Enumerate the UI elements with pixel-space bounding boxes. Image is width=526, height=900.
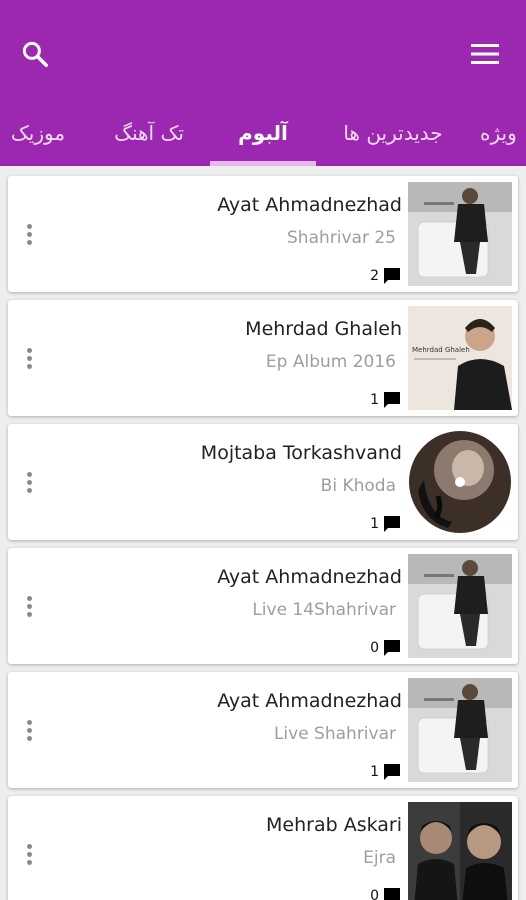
album-title: Ejra	[363, 848, 396, 868]
app-bar: موزیک تک آهنگ آلبوم جدیدترین ها ویژه	[0, 0, 526, 166]
comment-icon	[384, 516, 400, 532]
album-card[interactable]: Mehrab Askari Ejra 0	[8, 796, 518, 900]
menu-button[interactable]	[461, 30, 509, 78]
album-card[interactable]: Mehrdad Ghaleh Ep Album 2016 1 Mehrdad G…	[8, 300, 518, 416]
comment-count-value: 0	[370, 888, 379, 900]
artist-name: Mojtaba Torkashvand	[200, 442, 402, 464]
comment-count[interactable]: 0	[370, 636, 402, 660]
more-options-button[interactable]	[14, 214, 44, 254]
hamburger-menu-icon	[471, 44, 499, 64]
comment-icon	[384, 888, 400, 900]
album-cover	[408, 678, 512, 782]
more-vert-icon	[26, 843, 32, 849]
tab-newest[interactable]: جدیدترین ها	[322, 100, 464, 166]
more-options-button[interactable]	[14, 586, 44, 626]
album-title: Live 14Shahrivar	[252, 600, 396, 620]
tab-label: تک آهنگ	[114, 121, 184, 145]
artist-name: Ayat Ahmadnezhad	[217, 690, 402, 712]
artist-name: Mehrab Askari	[266, 814, 402, 836]
album-title: Shahrivar 25	[287, 228, 396, 248]
more-vert-icon	[26, 223, 32, 229]
comment-count[interactable]: 1	[370, 388, 402, 412]
artist-name: Ayat Ahmadnezhad	[217, 194, 402, 216]
more-vert-icon	[26, 471, 32, 477]
album-cover: Mehrdad Ghaleh	[408, 306, 512, 410]
comment-icon	[384, 268, 400, 284]
album-card[interactable]: Ayat Ahmadnezhad Live 14Shahrivar 0	[8, 548, 518, 664]
album-cover	[408, 430, 512, 534]
comment-count[interactable]: 1	[370, 512, 402, 536]
tab-label: ویژه	[480, 121, 517, 145]
tab-bar: موزیک تک آهنگ آلبوم جدیدترین ها ویژه	[0, 100, 526, 166]
more-vert-icon	[26, 595, 32, 601]
more-options-button[interactable]	[14, 834, 44, 874]
comment-icon	[384, 764, 400, 780]
cover-text: Mehrdad Ghaleh	[412, 346, 470, 354]
artist-name: Ayat Ahmadnezhad	[217, 566, 402, 588]
tab-label: جدیدترین ها	[343, 121, 443, 145]
comment-count-value: 1	[370, 392, 379, 408]
album-card[interactable]: Ayat Ahmadnezhad Shahrivar 25 2	[8, 176, 518, 292]
comment-count[interactable]: 2	[370, 264, 402, 288]
album-title: Ep Album 2016	[265, 352, 396, 372]
comment-count-value: 1	[370, 516, 379, 532]
more-options-button[interactable]	[14, 338, 44, 378]
more-vert-icon	[26, 347, 32, 353]
more-options-button[interactable]	[14, 462, 44, 502]
more-vert-icon	[26, 719, 32, 725]
album-card[interactable]: Mojtaba Torkashvand Bi Khoda 1	[8, 424, 518, 540]
album-list[interactable]: Ayat Ahmadnezhad Shahrivar 25 2 Mehrdad …	[0, 166, 526, 900]
artist-name: Mehrdad Ghaleh	[245, 318, 402, 340]
search-icon	[22, 41, 48, 67]
album-title: Bi Khoda	[320, 476, 396, 496]
comment-count-value: 1	[370, 764, 379, 780]
album-cover	[408, 182, 512, 286]
comment-icon	[384, 640, 400, 656]
album-card[interactable]: Ayat Ahmadnezhad Live Shahrivar 1	[8, 672, 518, 788]
tab-label: موزیک	[10, 121, 66, 145]
search-button[interactable]	[11, 30, 59, 78]
comment-count-value: 0	[370, 640, 379, 656]
more-options-button[interactable]	[14, 710, 44, 750]
comment-icon	[384, 392, 400, 408]
tab-music[interactable]: موزیک	[2, 100, 74, 166]
comment-count[interactable]: 1	[370, 760, 402, 784]
tab-featured[interactable]: ویژه	[480, 100, 526, 166]
album-title: Live Shahrivar	[273, 724, 396, 744]
album-cover	[408, 802, 512, 900]
album-cover	[408, 554, 512, 658]
tab-label: آلبوم	[238, 121, 288, 145]
tab-single[interactable]: تک آهنگ	[94, 100, 204, 166]
tab-album[interactable]: آلبوم	[210, 100, 316, 166]
comment-count-value: 2	[370, 268, 379, 284]
comment-count[interactable]: 0	[370, 884, 402, 900]
